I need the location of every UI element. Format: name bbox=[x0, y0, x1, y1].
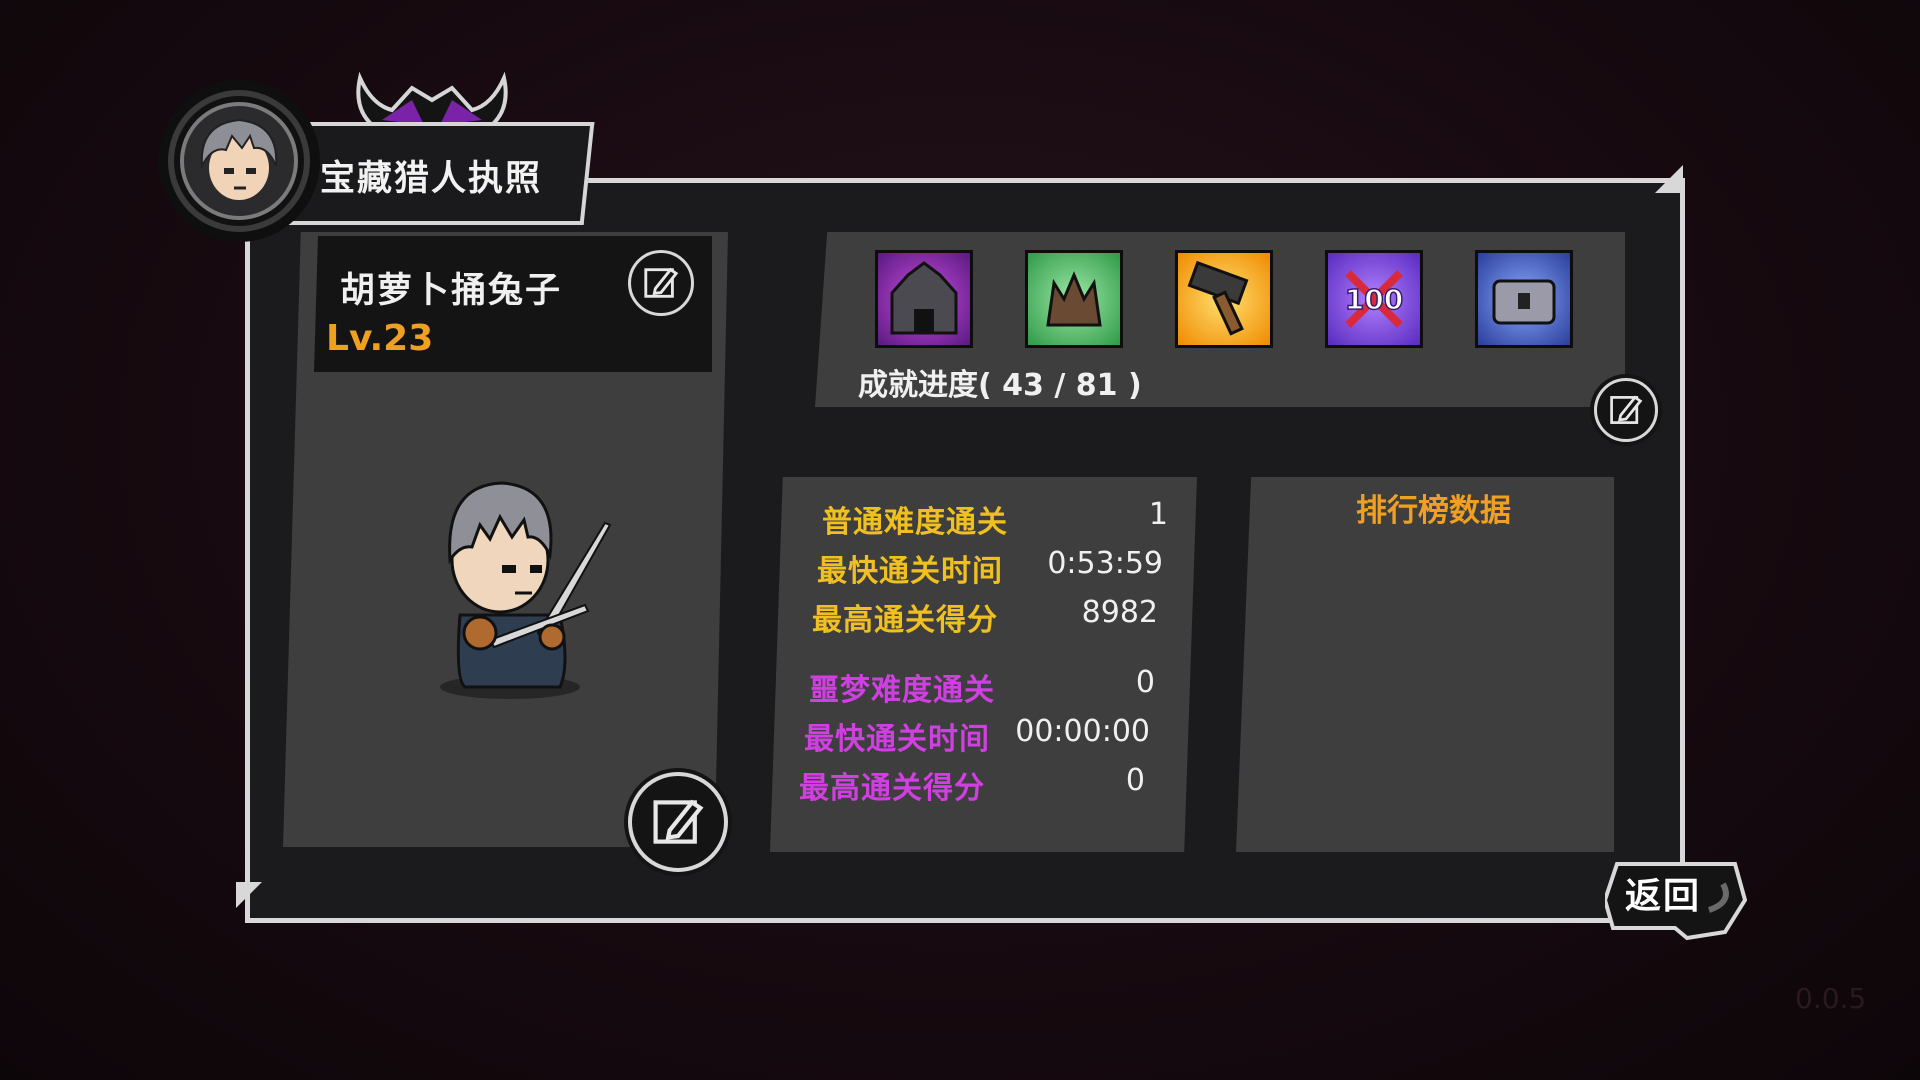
hundred-icon[interactable]: 100 bbox=[1325, 250, 1423, 348]
edit-character-button[interactable] bbox=[628, 772, 728, 872]
leaderboard-title: 排行榜数据 bbox=[1356, 493, 1511, 529]
avatar[interactable] bbox=[168, 90, 310, 232]
edit-achievements-button[interactable] bbox=[1594, 378, 1658, 442]
leaderboard-panel bbox=[1236, 477, 1614, 852]
page-title: 宝藏猎人执照 bbox=[320, 159, 543, 199]
tree-stump-icon[interactable] bbox=[1025, 250, 1123, 348]
frame-corner-decoration bbox=[1655, 165, 1683, 193]
edit-icon bbox=[644, 267, 679, 298]
nightmare-fastest-label: 最快通关时间 bbox=[804, 722, 990, 757]
edit-icon bbox=[653, 799, 704, 844]
nightmare-fastest-value: 00:00:00 bbox=[1015, 714, 1150, 749]
normal-fastest-label: 最快通关时间 bbox=[817, 554, 1003, 589]
player-name: 胡萝卜捅兔子 bbox=[340, 271, 563, 311]
normal-score-value: 8982 bbox=[1081, 595, 1158, 630]
nightmare-score-value: 0 bbox=[1125, 763, 1145, 798]
hero-character-sprite bbox=[440, 481, 612, 699]
normal-fastest-value: 0:53:59 bbox=[1047, 546, 1163, 581]
nightmare-clears-value: 0 bbox=[1135, 665, 1155, 700]
back-button-label[interactable]: 返回 bbox=[1625, 867, 1701, 919]
svg-text:100: 100 bbox=[1345, 283, 1403, 316]
dark-castle-icon[interactable] bbox=[875, 250, 973, 348]
achievement-progress: 成就进度( 43 / 81 ) bbox=[858, 368, 1142, 403]
treasure-chest-icon[interactable] bbox=[1475, 250, 1573, 348]
hero-portrait-icon bbox=[200, 118, 278, 200]
nightmare-clears-label: 噩梦难度通关 bbox=[809, 673, 995, 708]
normal-score-label: 最高通关得分 bbox=[812, 603, 998, 638]
edit-icon bbox=[1610, 395, 1643, 424]
hammer-icon[interactable] bbox=[1175, 250, 1273, 348]
edit-name-button[interactable] bbox=[628, 250, 694, 316]
nightmare-score-label: 最高通关得分 bbox=[799, 771, 985, 806]
normal-clears-label: 普通难度通关 bbox=[822, 505, 1008, 540]
normal-clears-value: 1 bbox=[1148, 497, 1168, 532]
player-level: Lv.23 bbox=[326, 318, 434, 359]
frame-corner-decoration bbox=[236, 882, 262, 908]
version-label: 0.0.5 bbox=[1795, 982, 1867, 1015]
